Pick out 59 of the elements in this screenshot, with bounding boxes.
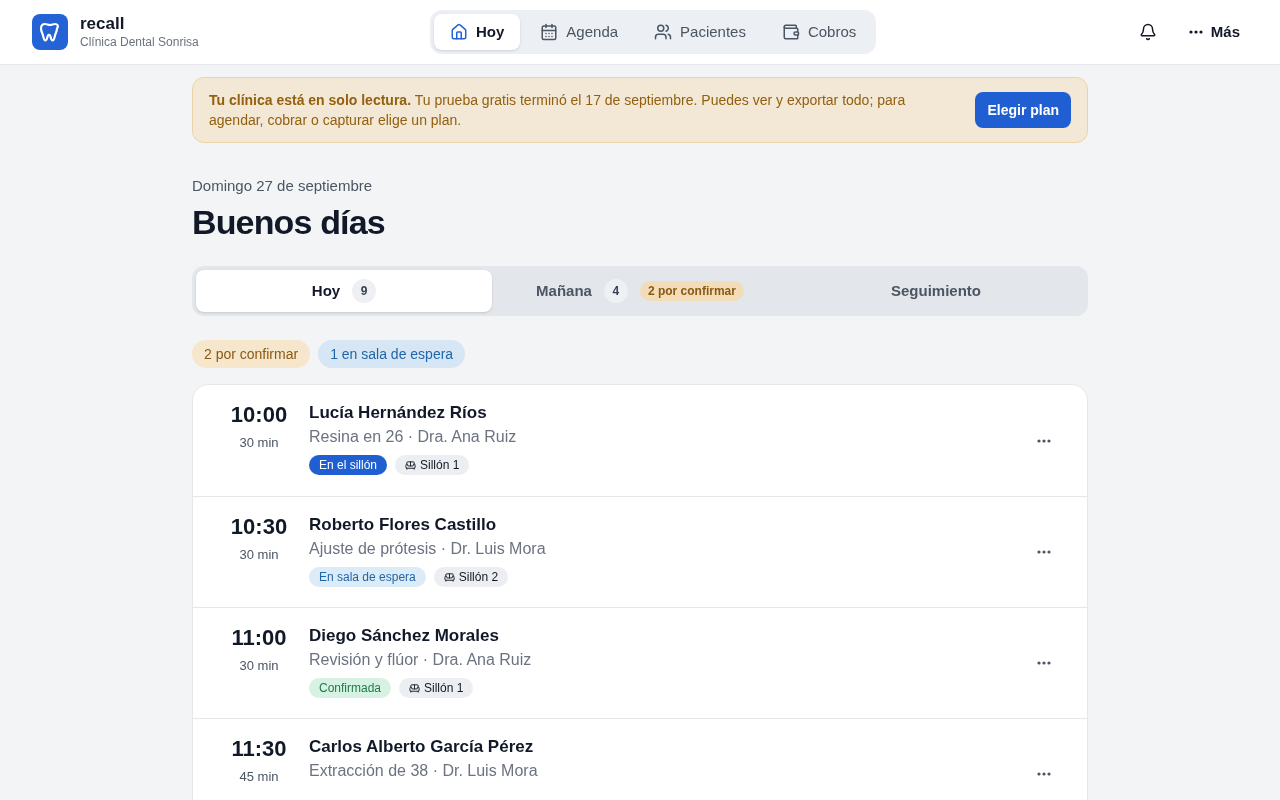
appointment-duration: 30 min [239,546,279,564]
more-icon [1037,438,1051,443]
home-icon [450,23,468,41]
day-tab[interactable]: Mañana 4 2 por confirmar [492,270,788,312]
appointment-detail: Revisión y flúor · Dra. Ana Ruiz [309,650,533,670]
wallet-icon [781,23,800,41]
appointment-detail: Ajuste de prótesis · Dr. Luis Mora [309,539,547,559]
nav-tab[interactable]: Cobros [765,14,873,50]
more-icon [1188,30,1203,34]
more-icon [1037,550,1051,554]
nav-tab[interactable]: Agenda [524,14,635,50]
patient-name: Roberto Flores Castillo [309,514,498,536]
count-badge: 9 [352,279,377,303]
brand-name: recall [80,14,126,34]
chair-badge: Sillón 1 [395,455,470,475]
clinic-name: Clínica Dental Sonrisa [80,34,199,50]
appointment-time: 10:00 [230,401,288,429]
armchair-icon [443,571,455,583]
patient-name: Lucía Hernández Ríos [309,402,488,424]
choose-plan-button[interactable]: Elegir plan [975,92,1071,128]
people-icon [654,23,673,41]
day-tab[interactable]: Seguimiento [788,270,1084,312]
appointment-time: 10:30 [230,513,288,541]
appointment-detail: Resina en 26 · Dra. Ana Ruiz [309,427,518,447]
appointment-duration: 30 min [239,434,279,452]
filter-chip[interactable]: 1 en sala de espera [318,340,466,368]
nav-tab[interactable]: Hoy [434,14,521,50]
date-label: Domingo 27 de septiembre [192,176,373,196]
count-badge: 4 [603,279,628,303]
armchair-icon [405,459,417,471]
chair-badge: Sillón 1 [399,678,474,698]
more-icon [1037,772,1051,776]
appointment-time: 11:00 [231,624,287,652]
appointment-duration: 45 min [239,768,279,786]
appointment-detail: Extracción de 38 · Dr. Luis Mora [309,761,539,781]
status-badge: Confirmada [309,678,392,698]
chair-badge: Sillón 2 [433,567,509,587]
appointment-row[interactable]: 11:30 45 min Carlos Alberto García Pérez Extracción de 38 · Dr. Luis Mora [193,718,1087,800]
appointment-time: 11:30 [231,735,287,763]
pending-badge: 2 por confirmar [639,281,744,301]
more-button[interactable]: Más [1188,20,1240,44]
appointment-duration: 30 min [239,657,279,675]
day-tab[interactable]: Hoy 9 [196,270,492,312]
appointment-row[interactable]: 10:30 30 min Roberto Flores Castillo Ajuste de prótesis · Dr. Luis Mora En sala de espera Sillón 2 [193,496,1087,607]
appointment-row[interactable]: 11:00 30 min Diego Sánchez Morales Revisión y flúor · Dra. Ana Ruiz Confirmada Sillón 1 [193,607,1087,718]
calendar-icon [540,23,559,41]
armchair-icon [409,682,421,694]
patient-name: Carlos Alberto García Pérez [309,736,535,758]
patient-name: Diego Sánchez Morales [309,625,500,647]
logo-icon [32,14,68,50]
status-badge: En sala de espera [309,567,426,587]
bell-icon [1138,23,1157,41]
filter-chip[interactable]: 2 por confirmar [192,340,311,368]
greeting-heading: Buenos días [192,202,386,242]
banner-text: Tu clínica está en solo lectura. Tu prueba gratis terminó el 17 de septiembre. Puedes ver y exportar todo; para agendar, cobrar o capturar elige un plan. [209,91,907,130]
more-icon [1037,661,1051,665]
status-badge: En el sillón [309,455,388,475]
appointment-row[interactable]: 10:00 30 min Lucía Hernández Ríos Resina en 26 · Dra. Ana Ruiz En el sillón Sillón 1 [193,385,1087,496]
nav-tab[interactable]: Pacientes [638,14,762,50]
